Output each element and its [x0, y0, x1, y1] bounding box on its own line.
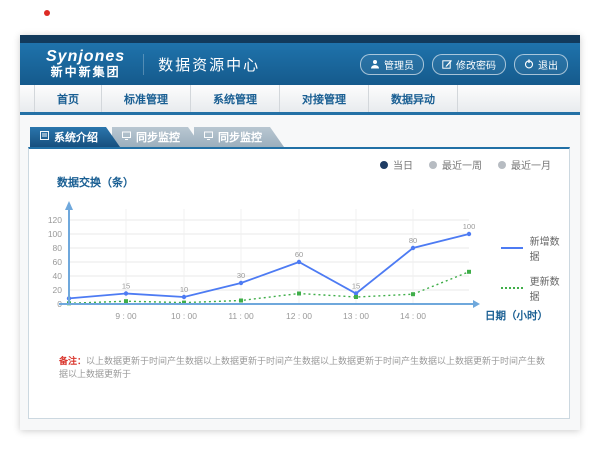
legend-item-updated-data: 更新数据 [501, 273, 569, 303]
change-password-button[interactable]: 修改密码 [432, 54, 506, 75]
time-range-filter: 当日 最近一周 最近一月 [380, 157, 551, 172]
legend-new-data-label: 新增数据 [530, 233, 569, 263]
tab-system-intro[interactable]: 系统介绍 [30, 127, 120, 147]
svg-text:100: 100 [463, 222, 476, 231]
radio-selected-icon [380, 161, 388, 169]
svg-text:120: 120 [48, 215, 62, 225]
svg-text:100: 100 [48, 229, 62, 239]
chart-panel: 当日 最近一周 最近一月 数据交换（条） 0204060801001201510… [28, 147, 570, 419]
svg-text:12 : 00: 12 : 00 [286, 311, 312, 321]
legend-line-dotted-icon [501, 287, 523, 289]
legend-item-new-data: 新增数据 [501, 233, 569, 263]
svg-text:80: 80 [409, 236, 417, 245]
footnote-text: 以上数据更新于时间产生数据以上数据更新于时间产生数据以上数据更新于时间产生数据以… [59, 356, 545, 379]
footnote-prefix: 备注： [59, 356, 86, 366]
nav-item-interface[interactable]: 对接管理 [280, 85, 369, 112]
filter-today[interactable]: 当日 [380, 157, 413, 172]
svg-text:15: 15 [352, 282, 360, 291]
tab-sync-monitor-1[interactable]: 同步监控 [112, 127, 202, 147]
chart-legend: 新增数据 更新数据 [501, 233, 569, 313]
svg-text:20: 20 [53, 285, 63, 295]
filter-last-month-label: 最近一月 [511, 157, 551, 172]
svg-text:14 : 00: 14 : 00 [400, 311, 426, 321]
svg-text:60: 60 [295, 250, 303, 259]
document-icon [40, 131, 49, 143]
svg-text:13 : 00: 13 : 00 [343, 311, 369, 321]
svg-text:10 : 00: 10 : 00 [171, 311, 197, 321]
tab-system-intro-label: 系统介绍 [54, 129, 98, 145]
line-chart: 0204060801001201510306015801009 : 0010 :… [29, 189, 573, 329]
svg-text:11 : 00: 11 : 00 [228, 311, 254, 321]
filter-last-month[interactable]: 最近一月 [498, 157, 551, 172]
svg-text:30: 30 [237, 271, 245, 280]
brand-logo-cn: 新中新集团 [46, 66, 125, 80]
tab-sync-monitor-2-label: 同步监控 [218, 129, 262, 145]
footnote: 备注：以上数据更新于时间产生数据以上数据更新于时间产生数据以上数据更新于时间产生… [59, 355, 551, 380]
filter-today-label: 当日 [393, 157, 413, 172]
header: Synjones 新中新集团 数据资源中心 管理员 修改密码 退出 [20, 43, 580, 85]
user-icon [370, 59, 380, 69]
logout-label: 退出 [538, 57, 558, 72]
radio-unselected-icon [498, 161, 506, 169]
svg-text:40: 40 [53, 271, 63, 281]
legend-line-solid-icon [501, 247, 523, 249]
logout-button[interactable]: 退出 [514, 54, 568, 75]
brand-logo: Synjones 新中新集团 [46, 48, 125, 80]
legend-updated-data-label: 更新数据 [530, 273, 569, 303]
nav-item-system[interactable]: 系统管理 [191, 85, 280, 112]
nav-item-standards[interactable]: 标准管理 [102, 85, 191, 112]
change-password-label: 修改密码 [456, 57, 496, 72]
edit-icon [442, 59, 452, 69]
svg-text:80: 80 [53, 243, 63, 253]
nav-item-changes[interactable]: 数据异动 [369, 85, 458, 112]
svg-text:15: 15 [122, 282, 130, 291]
user-area: 管理员 修改密码 退出 [360, 43, 568, 85]
filter-last-week-label: 最近一周 [442, 157, 482, 172]
tab-sync-monitor-1-label: 同步监控 [136, 129, 180, 145]
power-icon [524, 59, 534, 69]
radio-unselected-icon [429, 161, 437, 169]
admin-user-label: 管理员 [384, 57, 414, 72]
content-area: 系统介绍 同步监控 同步监控 当日 [20, 115, 580, 430]
app-window: Synjones 新中新集团 数据资源中心 管理员 修改密码 退出 [20, 35, 580, 430]
svg-text:9 : 00: 9 : 00 [115, 311, 137, 321]
tab-sync-monitor-2[interactable]: 同步监控 [194, 127, 284, 147]
record-indicator-dot [44, 10, 50, 16]
monitor-icon [122, 131, 131, 143]
svg-text:10: 10 [180, 285, 188, 294]
tab-bar: 系统介绍 同步监控 同步监控 [30, 127, 276, 147]
main-nav: 首页 标准管理 系统管理 对接管理 数据异动 [20, 85, 580, 115]
top-navy-strip [20, 35, 580, 43]
page-title: 数据资源中心 [143, 54, 260, 75]
monitor-icon [204, 131, 213, 143]
admin-user-button[interactable]: 管理员 [360, 54, 424, 75]
y-axis-title: 数据交换（条） [57, 174, 134, 190]
nav-item-home[interactable]: 首页 [34, 85, 102, 112]
svg-text:60: 60 [53, 257, 63, 267]
filter-last-week[interactable]: 最近一周 [429, 157, 482, 172]
brand-logo-en: Synjones [46, 48, 125, 66]
